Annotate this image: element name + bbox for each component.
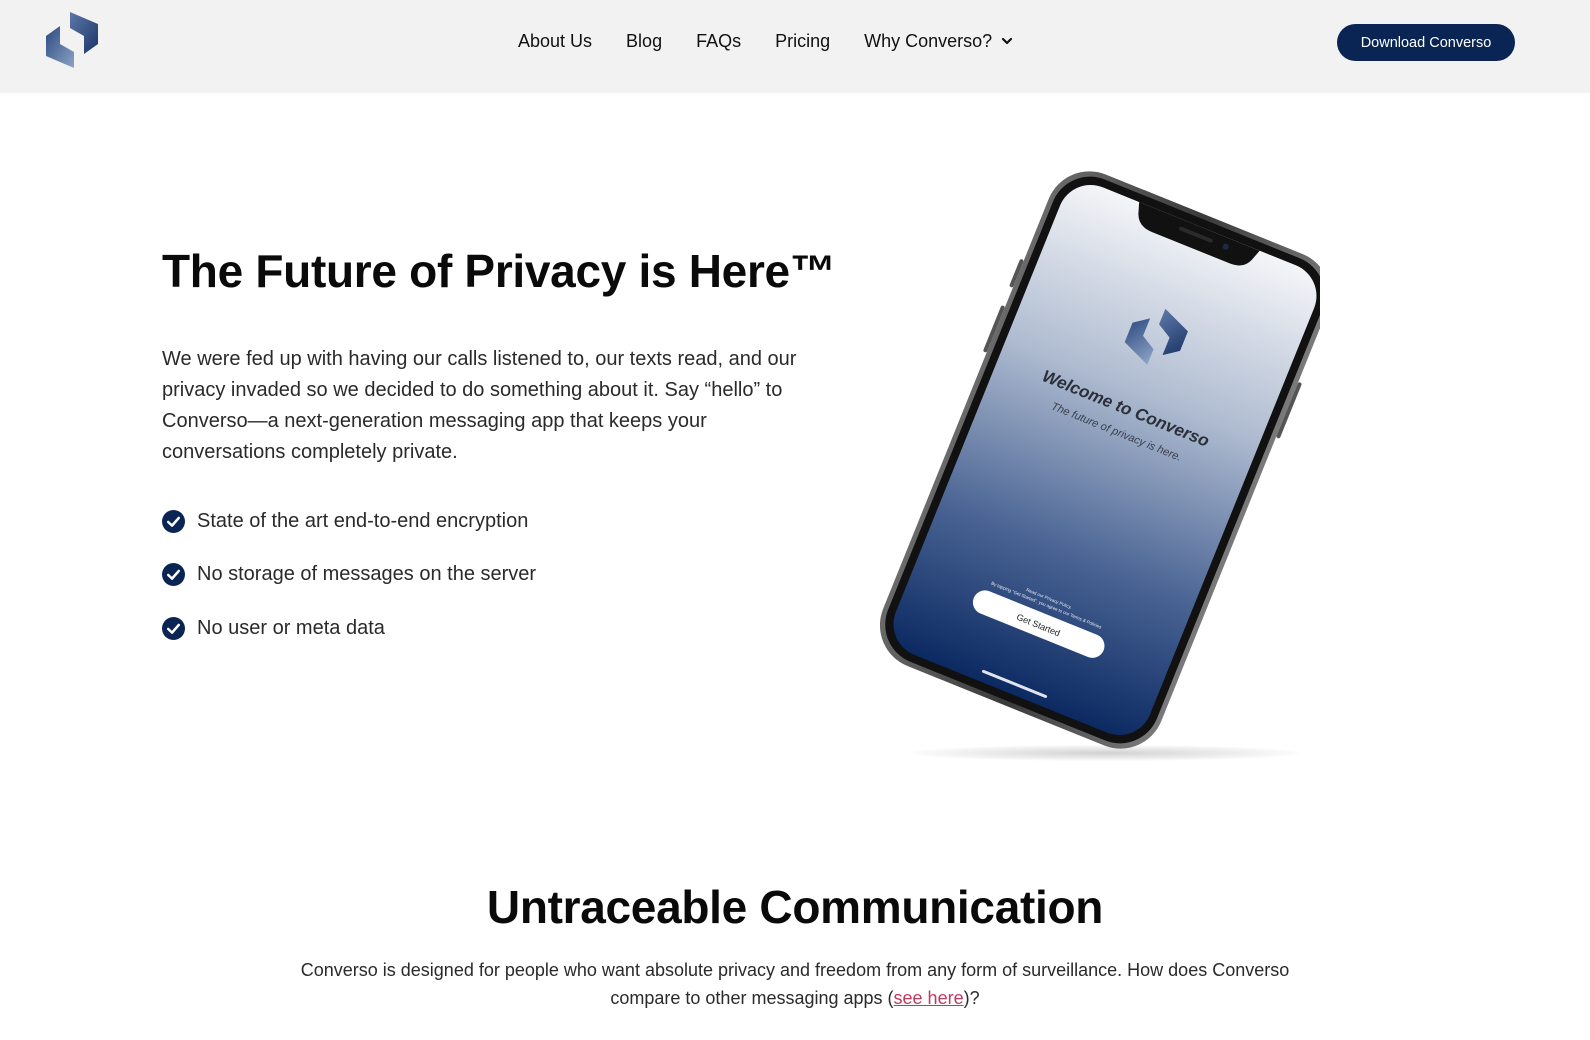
- hero-description: We were fed up with having our calls lis…: [162, 348, 797, 463]
- chevron-down-icon[interactable]: [1000, 34, 1014, 48]
- nav-why-converso[interactable]: Why Converso?: [864, 31, 992, 52]
- converso-logo-icon[interactable]: [44, 10, 100, 70]
- check-circle-icon: [162, 616, 185, 640]
- download-converso-button[interactable]: Download Converso: [1337, 24, 1515, 61]
- nav-blog[interactable]: Blog: [626, 31, 662, 52]
- nav-about-us[interactable]: About Us: [518, 31, 592, 52]
- main-nav: About Us Blog FAQs Pricing Why Converso?: [518, 28, 1014, 54]
- site-header: About Us Blog FAQs Pricing Why Converso?…: [0, 0, 1590, 93]
- feature-text: State of the art end-to-end encryption: [197, 509, 529, 532]
- feature-list: State of the art end-to-end encryption N…: [162, 506, 536, 667]
- feature-text: No storage of messages on the server: [197, 563, 537, 585]
- feature-item: No storage of messages on the server: [162, 560, 536, 590]
- section-desc-end: )?: [963, 988, 980, 1008]
- phone-mockup-image: Welcome to Converso The future of privac…: [880, 171, 1320, 749]
- nav-why-converso-dropdown[interactable]: Why Converso?: [864, 31, 1014, 52]
- section-description: Converso is designed for people who want…: [270, 956, 1320, 1012]
- nav-pricing[interactable]: Pricing: [775, 31, 830, 52]
- feature-text: No user or meta data: [197, 616, 385, 639]
- check-circle-icon: [162, 563, 185, 586]
- hero-title: The Future of Privacy is Here™: [162, 245, 836, 297]
- feature-item: No user or meta data: [162, 613, 536, 643]
- section-title: Untraceable Communication: [486, 881, 1104, 933]
- nav-faqs[interactable]: FAQs: [696, 31, 741, 52]
- section-desc-text: Converso is designed for people who want…: [300, 960, 1290, 1008]
- see-here-link[interactable]: see here: [894, 988, 964, 1008]
- check-circle-icon: [162, 509, 185, 533]
- feature-item: State of the art end-to-end encryption: [162, 506, 536, 536]
